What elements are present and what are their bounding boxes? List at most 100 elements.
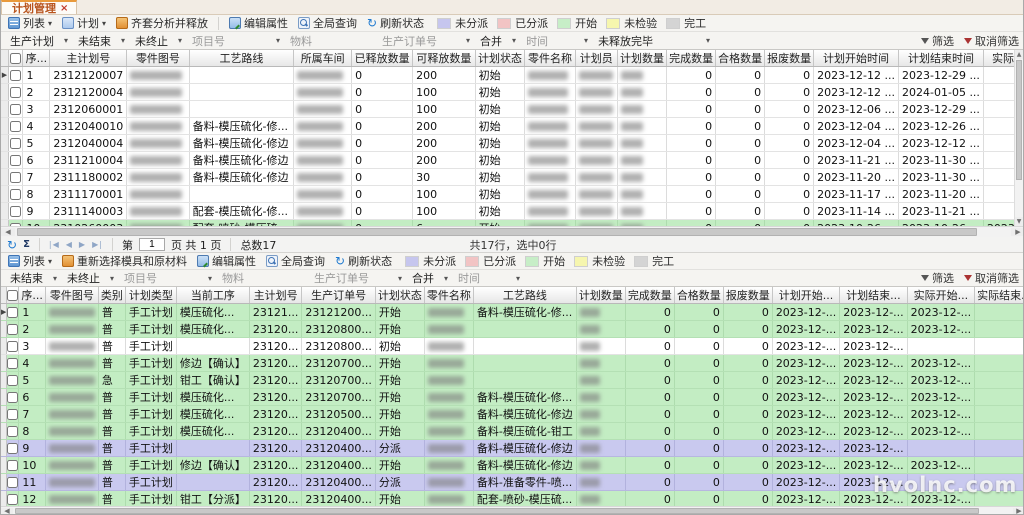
table-row[interactable]: ▶1普手工计划模压硫化...23121...23121200...开始备料-模压… [1,304,1024,321]
column-header[interactable]: 序... [23,50,50,67]
page-number-input[interactable] [139,238,165,251]
table-row[interactable]: 92311140003配套-模压硫化-修...0100初始0002023-11-… [1,203,1023,220]
row-checkbox[interactable] [10,155,21,166]
filter-button[interactable]: 筛选 [921,270,954,286]
row-checkbox[interactable] [10,206,21,217]
pager-refresh-icon[interactable]: ↻ [7,238,17,252]
row-checkbox[interactable] [7,392,18,403]
filter-not-terminated[interactable]: 未终止▾ [131,32,186,50]
column-header[interactable]: 实际开始... [907,287,974,304]
column-header[interactable]: 类别 [98,287,125,304]
first-page-button[interactable]: |◀ [49,240,60,249]
column-header[interactable]: 当前工序 [176,287,249,304]
scroll-up-icon[interactable]: ▲ [1015,50,1023,59]
filter-project-no-input[interactable]: 项目号▾ [188,32,284,50]
filter-not-finished[interactable]: 未结束▾ [6,269,61,287]
row-checkbox[interactable] [10,121,21,132]
row-checkbox[interactable] [7,324,18,335]
table-row[interactable]: 42312040010备料-模压硫化-修...0200初始0002023-12-… [1,118,1023,135]
table-row[interactable]: 4普手工计划修边【确认】23120...23120700...开始0002023… [1,355,1024,372]
filter-merge[interactable]: 合并▾ [476,32,520,50]
filter-not-finished[interactable]: 未结束▾ [74,32,129,50]
refresh-status-button[interactable]: ↻刷新状态 [332,252,395,270]
filter-material-input[interactable]: 物料 [286,32,376,50]
row-checkbox[interactable] [10,104,21,115]
table-row[interactable]: 10普手工计划修边【确认】23120...23120400...开始备料-模压硫… [1,457,1024,474]
table-row[interactable]: 6普手工计划模压硫化...23120...23120700...开始备料-模压硫… [1,389,1024,406]
column-header[interactable]: 计划数量 [617,50,666,67]
column-header[interactable]: 零件名称 [424,287,473,304]
kit-analyze-release-button[interactable]: 齐套分析并释放 [113,14,211,32]
vertical-scrollbar[interactable]: ▲ ▼ [1014,50,1023,226]
global-search-button[interactable]: 全局查询 [295,14,360,32]
row-checkbox[interactable] [7,494,18,505]
row-checkbox[interactable] [7,307,18,318]
filter-not-terminated[interactable]: 未终止▾ [63,269,118,287]
table-row[interactable]: 62311210004备料-模压硫化-修边0200初始0002023-11-21… [1,152,1023,169]
plan-button[interactable]: 计划▾ [59,14,109,32]
column-header[interactable]: 主计划号 [50,50,127,67]
row-checkbox[interactable] [10,87,21,98]
next-page-button[interactable]: ▶ [79,240,86,249]
row-checkbox[interactable] [7,443,18,454]
pager-export-icon[interactable]: Σ [23,239,30,250]
scroll-down-icon[interactable]: ▼ [1015,217,1023,226]
cancel-filter-button[interactable]: 取消筛选 [964,270,1019,286]
column-header[interactable]: 合格数量 [716,50,765,67]
column-header[interactable]: 零件图号 [127,50,189,67]
column-header[interactable]: 零件图号 [45,287,98,304]
column-header[interactable]: 报废数量 [765,50,814,67]
horizontal-scrollbar[interactable]: ◀ ▶ [1,226,1024,237]
select-all-checkbox[interactable] [10,53,21,64]
column-header[interactable]: 报废数量 [723,287,772,304]
column-header[interactable]: 计划结束... [840,287,907,304]
refresh-status-button[interactable]: ↻刷新状态 [364,14,427,32]
column-header[interactable]: 计划数量 [576,287,625,304]
row-checkbox[interactable] [7,409,18,420]
column-header[interactable]: 完成数量 [667,50,716,67]
table-row[interactable]: 2普手工计划模压硫化...23120...23120800...开始000202… [1,321,1024,338]
tab-close-icon[interactable]: × [60,3,68,14]
row-checkbox[interactable] [7,341,18,352]
list-button[interactable]: 列表▾ [5,252,55,270]
table-row[interactable]: 9普手工计划23120...23120400...分派备料-模压硫化-修边000… [1,440,1024,457]
table-row[interactable]: 8普手工计划模压硫化...23120...23120400...开始备料-模压硫… [1,423,1024,440]
row-checkbox[interactable] [7,460,18,471]
column-header[interactable]: 完成数量 [625,287,674,304]
column-header[interactable]: 计划开始... [772,287,839,304]
prev-page-button[interactable]: ◀ [66,240,73,249]
row-checkbox[interactable] [10,189,21,200]
row-checkbox[interactable] [10,70,21,81]
column-header[interactable]: 序... [19,287,46,304]
table-row[interactable]: 72311180002备料-模压硫化-修边030初始0002023-11-20 … [1,169,1023,186]
table-row[interactable]: 5急手工计划钳工【确认】23120...23120700...开始0002023… [1,372,1024,389]
table-row[interactable]: 823111700010100初始0002023-11-17 ...2023-1… [1,186,1023,203]
filter-time[interactable]: 时间▾ [454,269,524,287]
column-header[interactable]: 合格数量 [674,287,723,304]
column-header[interactable]: 可释放数量 [413,50,476,67]
row-checkbox[interactable] [7,477,18,488]
column-header[interactable]: 计划开始时间 [814,50,899,67]
cancel-filter-button[interactable]: 取消筛选 [964,33,1019,49]
tab-plan-management[interactable]: 计划管理 × [1,0,77,14]
row-checkbox[interactable] [7,426,18,437]
global-search-button[interactable]: 全局查询 [263,252,328,270]
filter-order-no-input[interactable]: 生产订单号▾ [310,269,406,287]
last-page-button[interactable]: ▶| [92,240,103,249]
column-header[interactable]: 计划类型 [125,287,176,304]
column-header[interactable]: 主计划号 [249,287,301,304]
table-row[interactable]: 12普手工计划钳工【分派】23120...23120400...开始配套-喷砂-… [1,491,1024,507]
table-row[interactable]: 323120600010100初始0002023-12-06 ...2023-1… [1,101,1023,118]
horizontal-scrollbar[interactable]: ◀ ▶ [1,506,1024,515]
column-header[interactable]: 计划状态 [375,287,424,304]
table-row[interactable]: 52312040004备料-模压硫化-修边0200初始0002023-12-04… [1,135,1023,152]
edit-properties-button[interactable]: 编辑属性 [194,252,259,270]
column-header[interactable]: 工艺路线 [189,50,294,67]
edit-properties-button[interactable]: 编辑属性 [226,14,291,32]
filter-time[interactable]: 时间▾ [522,32,592,50]
table-row[interactable]: ▶123121200070200初始0002023-12-12 ...2023-… [1,67,1023,84]
table-row[interactable]: 7普手工计划模压硫化...23120...23120500...开始备料-模压硫… [1,406,1024,423]
table-row[interactable]: 11普手工计划23120...23120400...分派备料-准备零件-喷...… [1,474,1024,491]
scroll-right-icon[interactable]: ▶ [1013,508,1024,514]
list-button[interactable]: 列表▾ [5,14,55,32]
